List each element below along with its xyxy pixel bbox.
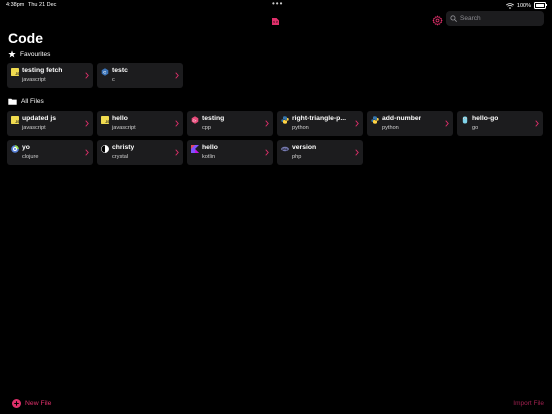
settings-gear-icon[interactable]: [432, 13, 443, 26]
import-file-button[interactable]: Import File: [513, 400, 544, 407]
chevron-right-icon: [445, 120, 449, 127]
file-name: version: [292, 144, 317, 151]
crystal-icon: [101, 145, 109, 153]
javascript-icon: JS: [101, 116, 109, 124]
file-name: hello: [202, 144, 218, 151]
search-icon: [450, 15, 457, 22]
svg-text:php: php: [282, 147, 287, 151]
chevron-right-icon: [175, 72, 179, 79]
svg-text:C+: C+: [193, 119, 197, 123]
file-card[interactable]: yo clojure: [7, 140, 93, 165]
file-name: hello-go: [472, 115, 499, 122]
favourite-card[interactable]: C testc c: [97, 63, 183, 88]
file-card[interactable]: right-triangle-p... python: [277, 111, 363, 136]
file-language: javascript: [22, 77, 46, 83]
javascript-icon: JS: [11, 68, 19, 76]
file-language: python: [292, 125, 309, 131]
all-files-label: All Files: [21, 98, 44, 105]
file-language: python: [382, 125, 399, 131]
svg-text:JS: JS: [15, 120, 19, 124]
chevron-right-icon: [535, 120, 539, 127]
file-name: add-number: [382, 115, 422, 122]
file-name: testing fetch: [22, 67, 63, 74]
chevron-right-icon: [265, 120, 269, 127]
chevron-right-icon: [175, 120, 179, 127]
file-language: cpp: [202, 125, 212, 131]
chevron-right-icon: [85, 120, 89, 127]
status-time: 4:38pm: [6, 2, 25, 8]
file-language: php: [292, 154, 302, 160]
new-file-button[interactable]: New File: [12, 399, 51, 408]
battery-percent: 100%: [516, 2, 531, 9]
clojure-icon: [11, 145, 19, 153]
status-right: 100%: [505, 2, 547, 9]
file-card[interactable]: hello kotlin: [187, 140, 273, 165]
folder-icon: [8, 98, 17, 105]
search-bar[interactable]: [446, 11, 544, 26]
file-language: javascript: [112, 125, 136, 131]
app-logo-icon: [271, 13, 280, 25]
page-title: Code: [8, 30, 43, 46]
chevron-right-icon: [175, 149, 179, 156]
file-card[interactable]: php version php: [277, 140, 363, 165]
file-name: christy: [112, 144, 135, 151]
star-icon: [8, 50, 16, 58]
svg-text:C: C: [103, 70, 106, 75]
file-language: kotlin: [202, 154, 216, 160]
file-name: hello: [112, 115, 128, 122]
file-card[interactable]: JS hello javascript: [97, 111, 183, 136]
favourite-card[interactable]: JS testing fetch javascript: [7, 63, 93, 88]
file-language: c: [112, 77, 115, 83]
chevron-right-icon: [85, 149, 89, 156]
wifi-icon: [505, 2, 514, 9]
cpp-icon: C+: [191, 116, 199, 124]
favourites-header: Favourites: [8, 50, 50, 58]
file-card[interactable]: christy crystal: [97, 140, 183, 165]
chevron-right-icon: [355, 120, 359, 127]
chevron-right-icon: [85, 72, 89, 79]
file-card[interactable]: hello-go go: [457, 111, 543, 136]
c-icon: C: [101, 68, 109, 76]
php-icon: php: [281, 146, 289, 152]
kotlin-icon: [191, 145, 199, 153]
new-file-label: New File: [25, 400, 52, 407]
file-card[interactable]: C+ testing cpp: [187, 111, 273, 136]
file-name: yo: [22, 144, 30, 151]
file-card[interactable]: add-number python: [367, 111, 453, 136]
javascript-icon: JS: [11, 116, 19, 124]
file-name: testc: [112, 67, 128, 74]
file-language: javascript: [22, 125, 46, 131]
file-language: clojure: [22, 154, 39, 160]
file-name: right-triangle-p...: [292, 115, 346, 122]
search-input[interactable]: [460, 15, 540, 22]
file-name: testing: [202, 115, 225, 122]
svg-text:JS: JS: [15, 72, 19, 76]
plus-circle-icon: [12, 399, 21, 408]
chevron-right-icon: [265, 149, 269, 156]
favourites-label: Favourites: [20, 50, 51, 58]
python-icon: [281, 116, 289, 124]
chevron-right-icon: [355, 149, 359, 156]
go-icon: [462, 116, 468, 124]
multitasking-dots-icon[interactable]: •••: [272, 0, 283, 8]
all-files-header: All Files: [8, 98, 44, 105]
status-date: Thu 21 Dec: [28, 2, 57, 8]
file-language: go: [472, 125, 479, 131]
file-card[interactable]: JS updated js javascript: [7, 111, 93, 136]
battery-icon: [534, 2, 547, 9]
python-icon: [371, 116, 379, 124]
svg-text:JS: JS: [105, 120, 109, 124]
file-language: crystal: [112, 154, 129, 160]
status-bar: 4:38pm Thu 21 Dec ••• 100%: [0, 0, 552, 10]
file-name: updated js: [22, 115, 56, 122]
